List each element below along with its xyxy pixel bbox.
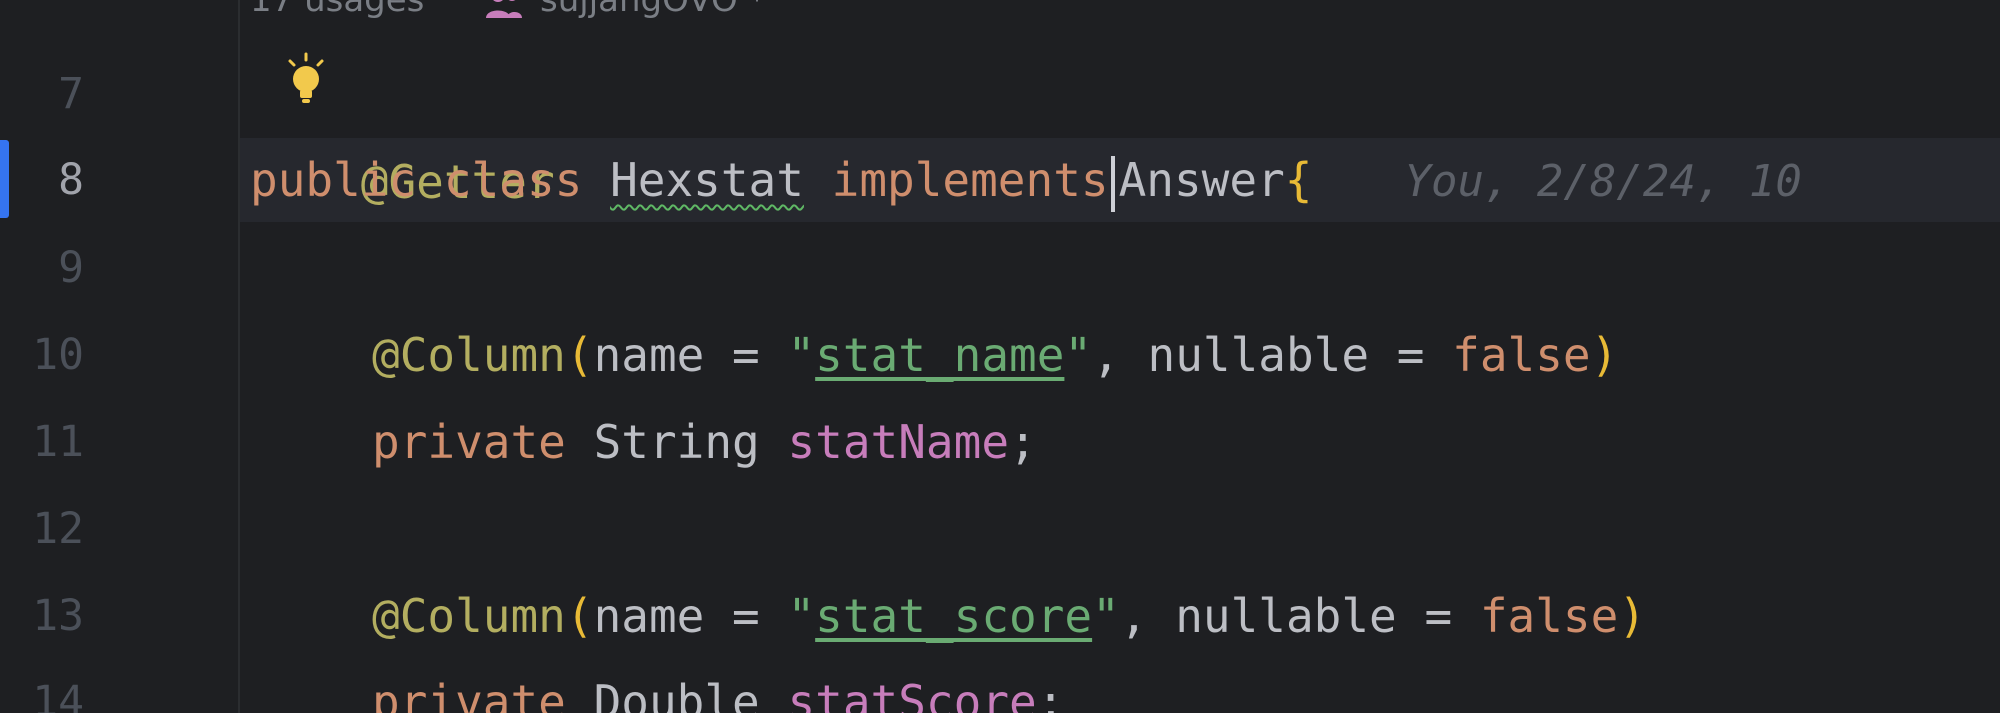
paren-open: ( — [565, 589, 594, 643]
interface-name[interactable]: Answer — [1119, 153, 1285, 207]
param-nullable: , nullable = — [1119, 589, 1480, 643]
line-number[interactable]: 14 — [0, 658, 84, 713]
class-name[interactable]: Hexstat — [610, 153, 804, 207]
code-line-13[interactable]: @Column(name = "stat_score", nullable = … — [250, 572, 1646, 660]
code-line-10[interactable]: @Column(name = "stat_name", nullable = f… — [250, 311, 1618, 399]
quote-close: " — [1092, 589, 1120, 643]
type-double: Double — [593, 675, 760, 713]
line-number[interactable]: 10 — [0, 311, 84, 399]
type-string: String — [593, 415, 760, 469]
line-number[interactable]: 9 — [0, 224, 84, 312]
column-name-string[interactable]: stat_score — [815, 589, 1092, 643]
paren-close: ) — [1590, 328, 1619, 382]
line-number[interactable]: 13 — [0, 572, 84, 660]
text-caret — [1110, 155, 1115, 212]
param-nullable: , nullable = — [1092, 328, 1453, 382]
keyword-private: private — [372, 415, 566, 469]
author-hint[interactable]: sujjangOVO * — [540, 0, 766, 20]
code-editor[interactable]: 7 8 9 10 11 12 13 14 17 usages sujjangOV… — [0, 0, 2000, 713]
param-name: name = — [593, 328, 788, 382]
paren-close: ) — [1618, 589, 1647, 643]
bool-false: false — [1452, 328, 1591, 382]
annotation-column: @Column — [372, 589, 566, 643]
line-number[interactable]: 7 — [0, 50, 84, 138]
line-number-current[interactable]: 8 — [0, 136, 84, 224]
column-name-string[interactable]: stat_name — [815, 328, 1064, 382]
keyword-public: public — [250, 153, 417, 207]
keyword-private: private — [372, 675, 566, 713]
bool-false: false — [1479, 589, 1619, 643]
gutter-divider — [238, 0, 240, 713]
line-number[interactable]: 11 — [0, 398, 84, 486]
code-line-14[interactable]: private Double statScore; — [250, 658, 1064, 713]
param-name: name = — [593, 589, 788, 643]
git-blame-annotation[interactable]: You, 2/8/24, 10 — [1312, 156, 1801, 207]
quote-open: " — [787, 328, 816, 382]
semicolon: ; — [1009, 415, 1037, 469]
keyword-implements: implements — [831, 153, 1109, 207]
quote-close: " — [1064, 328, 1093, 382]
keyword-class: class — [443, 153, 583, 207]
field-stat-score[interactable]: statScore — [787, 675, 1036, 713]
usages-hint[interactable]: 17 usages — [250, 0, 424, 20]
open-brace: { — [1284, 153, 1313, 207]
quote-open: " — [787, 589, 816, 643]
user-icon — [486, 0, 523, 18]
code-line-11[interactable]: private String statName; — [250, 398, 1037, 486]
code-vision-hint[interactable]: 17 usages sujjangOVO * — [250, 0, 766, 30]
code-line-8[interactable]: public class Hexstat implements Answer{Yo… — [250, 136, 1802, 224]
paren-open: ( — [565, 328, 594, 382]
lightbulb-icon[interactable] — [284, 52, 328, 108]
line-number[interactable]: 12 — [0, 485, 84, 573]
field-stat-name[interactable]: statName — [787, 415, 1009, 469]
annotation-column: @Column — [372, 328, 566, 382]
semicolon: ; — [1036, 675, 1065, 713]
